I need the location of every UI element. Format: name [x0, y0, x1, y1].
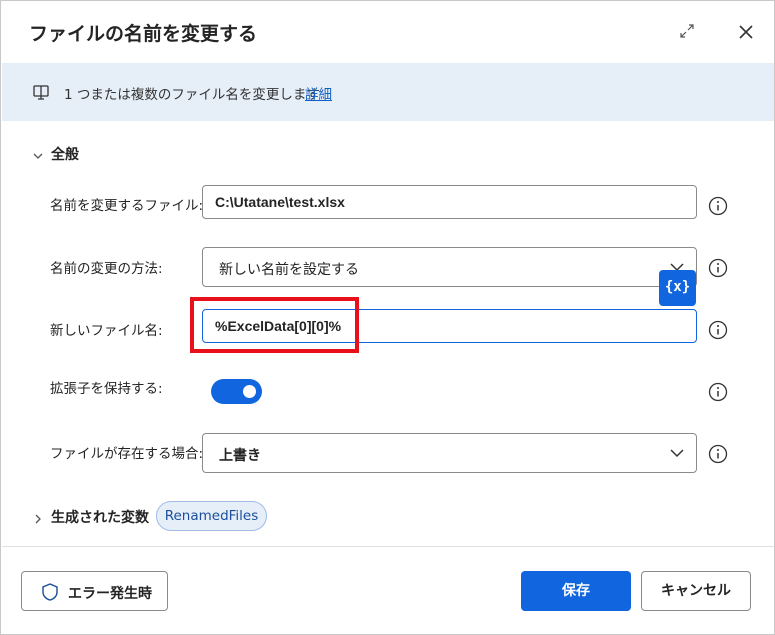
- close-icon[interactable]: [735, 21, 757, 43]
- chevron-right-icon[interactable]: [32, 510, 44, 524]
- info-icon[interactable]: [708, 382, 728, 402]
- file-to-rename-value: C:\Utatane\test.xlsx: [215, 194, 345, 210]
- save-button[interactable]: 保存: [521, 571, 631, 611]
- dialog-title: ファイルの名前を変更する: [29, 23, 258, 45]
- footer-divider: [2, 546, 774, 547]
- info-icon[interactable]: [708, 258, 728, 278]
- shield-icon: [42, 583, 58, 601]
- action-info-icon: [32, 83, 50, 101]
- file-to-rename-label: 名前を変更するファイル:: [50, 198, 204, 214]
- rename-method-label: 名前の変更の方法:: [50, 261, 163, 277]
- on-error-label: エラー発生時: [68, 586, 152, 602]
- file-to-rename-input[interactable]: C:\Utatane\test.xlsx: [202, 185, 697, 219]
- chevron-down-icon[interactable]: [32, 147, 44, 159]
- toggle-knob: [243, 385, 256, 398]
- produced-variables-title[interactable]: 生成された変数: [51, 507, 149, 527]
- if-file-exists-label: ファイルが存在する場合:: [50, 446, 204, 462]
- if-file-exists-value: 上書き: [219, 448, 261, 464]
- banner-text: 1 つまたは複数のファイル名を変更します: [64, 87, 320, 103]
- section-title-general[interactable]: 全般: [51, 144, 79, 164]
- keep-extension-toggle[interactable]: [211, 379, 262, 404]
- info-icon[interactable]: [708, 444, 728, 464]
- info-banner: 1 つまたは複数のファイル名を変更します 詳細: [2, 63, 774, 121]
- new-file-name-label: 新しいファイル名:: [50, 323, 163, 339]
- info-icon[interactable]: [708, 196, 728, 216]
- if-file-exists-select[interactable]: 上書き: [202, 433, 697, 473]
- rename-method-value: 新しい名前を設定する: [219, 262, 359, 278]
- insert-variable-button[interactable]: {x}: [659, 270, 696, 306]
- chevron-down-icon: [670, 447, 684, 459]
- on-error-button[interactable]: エラー発生時: [21, 571, 168, 611]
- details-link[interactable]: 詳細: [305, 83, 332, 103]
- variable-chip-renamed-files[interactable]: RenamedFiles: [156, 501, 267, 531]
- info-icon[interactable]: [708, 320, 728, 340]
- rename-file-dialog: ファイルの名前を変更する 1 つまたは複数のファイル名を変更します 詳細 全般 …: [0, 0, 775, 635]
- rename-method-select[interactable]: 新しい名前を設定する: [202, 247, 697, 287]
- keep-extension-label: 拡張子を保持する:: [50, 381, 163, 397]
- expand-icon[interactable]: [677, 21, 697, 41]
- highlight-box: [190, 297, 359, 353]
- cancel-button[interactable]: キャンセル: [641, 571, 751, 611]
